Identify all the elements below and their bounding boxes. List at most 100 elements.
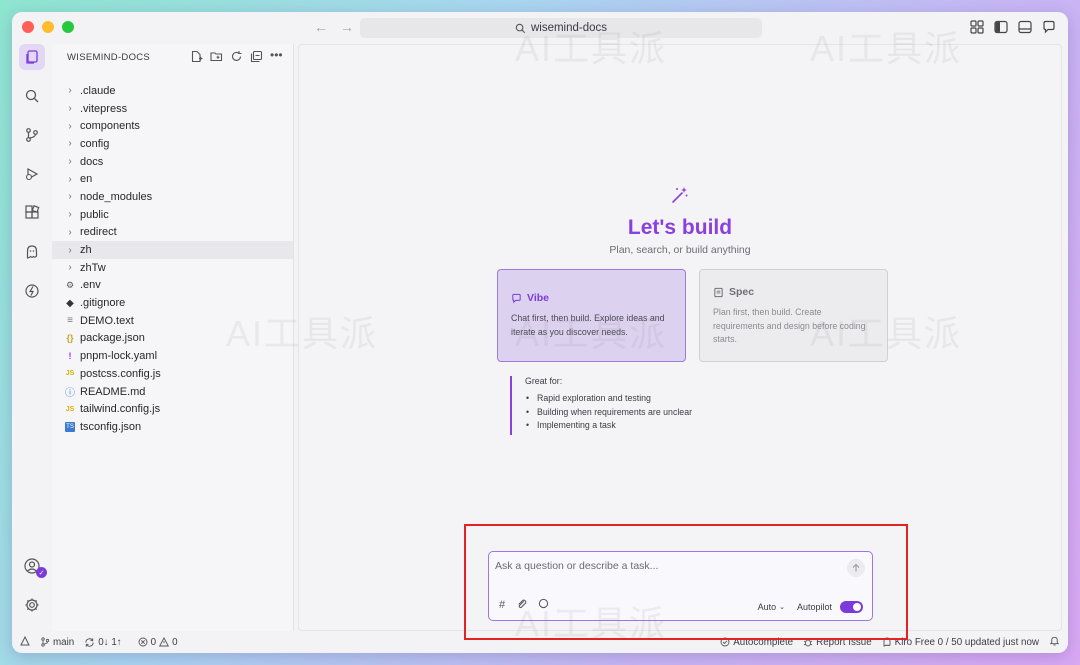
- chevron-right-icon: ›: [68, 103, 72, 115]
- toggle-panel-icon[interactable]: [1018, 20, 1032, 34]
- tree-item-label: .env: [80, 279, 101, 292]
- extensions-icon: [25, 205, 40, 219]
- report-issue-label: Report Issue: [816, 636, 872, 648]
- folder-item[interactable]: › zhTw: [52, 259, 293, 277]
- file-item[interactable]: JS postcss.config.js: [52, 365, 293, 383]
- spec-card-header: Spec: [713, 286, 875, 298]
- remote-icon[interactable]: [20, 635, 30, 649]
- account-activity-button[interactable]: ✓: [19, 553, 47, 579]
- vibe-mode-card[interactable]: Vibe Chat first, then build. Explore ide…: [497, 269, 686, 362]
- welcome-view: Let's build Plan, search, or build anyth…: [298, 44, 1062, 631]
- autopilot-toggle[interactable]: [840, 601, 863, 613]
- status-bar: main 0↓ 1↑ 0 0 Autocomplete Report Issue: [12, 631, 1068, 653]
- great-for-title: Great for:: [525, 376, 563, 386]
- great-for-panel: Great for: Rapid exploration and testing…: [510, 376, 760, 435]
- chat-bubble-icon[interactable]: [1042, 20, 1056, 34]
- minimize-window-button[interactable]: [42, 21, 54, 33]
- collapse-all-icon[interactable]: [250, 50, 263, 63]
- tree-item-label: redirect: [80, 226, 117, 239]
- send-button[interactable]: [847, 559, 865, 577]
- sync-indicator[interactable]: 0↓ 1↑: [84, 637, 122, 648]
- file-item[interactable]: ≡ DEMO.text: [52, 312, 293, 330]
- search-activity-button[interactable]: [19, 83, 45, 109]
- file-item[interactable]: {} package.json: [52, 330, 293, 348]
- tree-item-label: README.md: [80, 385, 146, 398]
- folder-item[interactable]: › redirect: [52, 224, 293, 242]
- folder-item[interactable]: › components: [52, 117, 293, 135]
- activity-bar: ✓: [12, 44, 52, 631]
- spec-mode-card[interactable]: Spec Plan first, then build. Create requ…: [699, 269, 888, 362]
- plan-status[interactable]: Kiro Free 0 / 50 updated just now: [882, 637, 1039, 648]
- settings-activity-button[interactable]: [19, 592, 45, 618]
- file-item[interactable]: ◆ .gitignore: [52, 294, 293, 312]
- layout-grid-icon[interactable]: [970, 20, 984, 34]
- autocomplete-label: Autocomplete: [733, 636, 794, 648]
- chat-tools: #: [499, 598, 549, 612]
- report-issue-link[interactable]: Report Issue: [803, 637, 872, 648]
- new-folder-icon[interactable]: [210, 50, 223, 63]
- file-item[interactable]: TS tsconfig.json: [52, 418, 293, 436]
- tree-item-label: postcss.config.js: [80, 367, 161, 380]
- status-bar-left: main 0↓ 1↑ 0 0: [20, 635, 178, 649]
- file-item[interactable]: ⚙ .env: [52, 277, 293, 295]
- tree-item-label: zh: [80, 244, 92, 257]
- info-icon: ⓘ: [65, 388, 75, 400]
- folder-item[interactable]: › .vitepress: [52, 100, 293, 118]
- spec-card-title: Spec: [729, 286, 755, 298]
- error-icon: [138, 637, 148, 647]
- bell-icon[interactable]: [1049, 635, 1060, 649]
- kiro-activity-button[interactable]: [19, 239, 45, 265]
- mcp-activity-button[interactable]: [19, 278, 45, 304]
- git-branch-icon: [41, 637, 50, 647]
- file-item[interactable]: ! pnpm-lock.yaml: [52, 347, 293, 365]
- extensions-activity-button[interactable]: [19, 200, 45, 226]
- folder-item[interactable]: › node_modules: [52, 188, 293, 206]
- files-icon: [26, 50, 38, 64]
- json-icon: {}: [66, 333, 74, 344]
- layout-controls: [970, 20, 1056, 34]
- model-selector-label: Auto: [757, 602, 777, 612]
- forward-arrow-icon[interactable]: →: [340, 19, 354, 35]
- gear-icon: [25, 598, 39, 612]
- branch-indicator[interactable]: main: [40, 637, 74, 648]
- command-center-search[interactable]: wisemind-docs: [360, 18, 762, 38]
- refresh-icon[interactable]: [230, 50, 243, 63]
- chat-composer: # Auto ⌄ Autopilot: [488, 551, 873, 621]
- tree-item-label: tailwind.config.js: [80, 403, 161, 416]
- toggle-sidebar-icon[interactable]: [994, 20, 1008, 34]
- chevron-right-icon: ›: [68, 262, 72, 274]
- great-for-list: Rapid exploration and testing Building w…: [525, 392, 760, 433]
- circle-icon[interactable]: [538, 598, 549, 612]
- hero-section: Let's build Plan, search, or build anyth…: [299, 185, 1061, 256]
- tree-item-label: .vitepress: [80, 102, 128, 115]
- warning-count: 0: [172, 636, 178, 648]
- explorer-activity-button[interactable]: [19, 44, 45, 70]
- new-file-icon[interactable]: [190, 50, 203, 63]
- tree-item-label: .claude: [80, 84, 116, 97]
- close-window-button[interactable]: [22, 21, 34, 33]
- file-item[interactable]: ⓘ README.md: [52, 383, 293, 401]
- back-arrow-icon[interactable]: ←: [314, 19, 328, 35]
- run-debug-activity-button[interactable]: [19, 161, 45, 187]
- model-selector[interactable]: Auto ⌄: [758, 602, 785, 612]
- folder-item[interactable]: › public: [52, 206, 293, 224]
- folder-item[interactable]: › config: [52, 135, 293, 153]
- autopilot-label: Autopilot: [796, 602, 832, 612]
- attachment-icon[interactable]: [516, 598, 527, 612]
- arrow-up-icon: [852, 563, 860, 572]
- folder-item[interactable]: › zh: [52, 241, 293, 259]
- vibe-card-title: Vibe: [527, 292, 549, 304]
- source-control-activity-button[interactable]: [19, 122, 45, 148]
- autocomplete-status[interactable]: Autocomplete: [720, 637, 793, 648]
- folder-item[interactable]: › docs: [52, 153, 293, 171]
- folder-item[interactable]: › en: [52, 170, 293, 188]
- file-item[interactable]: JS tailwind.config.js: [52, 400, 293, 418]
- folder-item[interactable]: › .claude: [52, 82, 293, 100]
- chat-input[interactable]: [495, 558, 835, 574]
- context-hash-icon[interactable]: #: [499, 599, 505, 611]
- git-branch-icon: [26, 128, 38, 142]
- sync-icon: [85, 637, 94, 647]
- more-actions-icon[interactable]: •••: [270, 49, 283, 63]
- problems-indicator[interactable]: 0 0: [138, 637, 178, 648]
- maximize-window-button[interactable]: [62, 21, 74, 33]
